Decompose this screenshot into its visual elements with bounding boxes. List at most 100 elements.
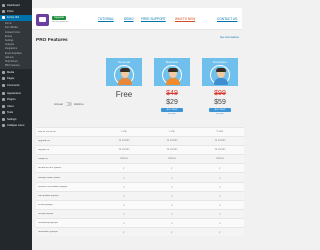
- sidebar-item-label: Appearance: [7, 92, 21, 96]
- nav-contact-link[interactable]: CONTACT US: [217, 17, 237, 21]
- check-icon: ✓: [122, 220, 126, 225]
- feature-value: 12 months: [166, 140, 178, 143]
- billing-period: per year: [168, 113, 176, 115]
- nav-demo-link[interactable]: DEMO: [124, 17, 134, 21]
- plugins-icon: [2, 98, 5, 102]
- toggle-label-lifetime: Lifetime: [73, 102, 84, 106]
- buy-now-button[interactable]: BUY NOW: [209, 108, 231, 112]
- see-more-link[interactable]: See more features: [220, 37, 239, 39]
- feature-value: 12 months: [118, 140, 130, 143]
- check-icon: ✓: [218, 220, 222, 225]
- feature-label: Profile popups: [38, 203, 53, 206]
- feature-row: Conditional popups ✓ ✓ ✓: [36, 217, 244, 228]
- app-root: Dashboard Posts Forms 3rd Forms Form Bui…: [0, 0, 250, 250]
- plan-header: Developer: [202, 58, 238, 86]
- feature-label: Usage for: [38, 158, 48, 161]
- nav-whats-new-link[interactable]: WHAT'S NEW: [175, 17, 195, 21]
- plan-name: Personal: [118, 60, 130, 64]
- feature-label: Upgrade for: [38, 140, 51, 143]
- feature-value: 1 site: [169, 131, 175, 134]
- feature-row: Support for 12 months 12 months 12 months: [36, 145, 244, 155]
- feature-value: 12 months: [166, 149, 178, 152]
- feature-label: Support for: [38, 149, 50, 152]
- feature-value: 12 months: [214, 140, 226, 143]
- feature-row: Usage for Lifetime Lifetime Lifetime: [36, 154, 244, 164]
- sidebar-item-label: Pages: [7, 77, 15, 81]
- check-icon: ✓: [122, 175, 126, 180]
- admin-sidebar: Dashboard Posts Forms 3rd Forms Form Bui…: [0, 0, 32, 250]
- plan-name: Developer: [213, 60, 227, 64]
- sidebar-item-label: Forms 3rd: [7, 16, 19, 20]
- feature-value: Lifetime: [167, 158, 177, 161]
- tools-icon: [2, 111, 5, 115]
- collapse-icon: [2, 124, 5, 128]
- plan-price: Free: [115, 90, 133, 99]
- feature-value: Lifetime: [119, 158, 129, 161]
- sidebar-submenu: Forms Form Builder Contact Forms Entries…: [0, 21, 32, 70]
- sidebar-item-label: Media: [7, 70, 15, 74]
- forms-icon: [2, 16, 5, 20]
- check-icon: ✓: [170, 184, 174, 189]
- nav-tutorial-link[interactable]: TUTORIAL: [98, 17, 114, 21]
- check-icon: ✓: [122, 184, 126, 189]
- feature-label: Custom confirmation popups: [38, 185, 68, 188]
- plan-price: $29: [166, 99, 178, 106]
- plugin-header: Upgrade Get the premium TUTORIAL DEMO FR…: [32, 8, 242, 30]
- nav-free-support-link[interactable]: FREE SUPPORT: [141, 17, 166, 21]
- plan-header: Business: [154, 58, 190, 86]
- avatar-hair: [168, 68, 178, 72]
- feature-value: Lifetime: [215, 158, 225, 161]
- plan-price: $59: [214, 99, 226, 106]
- check-icon: ✓: [122, 166, 126, 171]
- check-icon: ✓: [218, 230, 222, 235]
- plan-personal: Personal Free: [106, 58, 142, 106]
- sidebar-item-label: Plugins: [7, 98, 16, 102]
- sidebar-item-label: Dashboard: [7, 3, 20, 7]
- plan-business: Business $49 $29 BUY NOW per year: [154, 58, 190, 115]
- upgrade-badge[interactable]: Upgrade: [52, 16, 66, 20]
- check-icon: ✓: [170, 202, 174, 207]
- posts-icon: [2, 10, 5, 14]
- check-icon: ✓: [170, 230, 174, 235]
- pages-icon: [2, 77, 5, 81]
- check-icon: ✓: [170, 211, 174, 216]
- plugin-logo-icon: [36, 14, 49, 26]
- feature-row: Custom confirmation popups ✓ ✓ ✓: [36, 181, 244, 191]
- submenu-item[interactable]: PRO Features: [0, 64, 32, 68]
- check-icon: ✓: [170, 193, 174, 198]
- check-icon: ✓: [122, 211, 126, 216]
- avatar-body: [118, 78, 132, 85]
- sidebar-item-label: Posts: [7, 10, 14, 14]
- avatar-icon: [114, 65, 134, 85]
- avatar-icon: [162, 65, 182, 85]
- toggle-label-annual: Annual: [54, 102, 63, 106]
- billing-period: per year: [216, 113, 224, 115]
- feature-label: Conditional popups: [38, 221, 58, 224]
- sidebar-item-label: Settings: [7, 117, 17, 121]
- billing-switch[interactable]: [64, 102, 72, 106]
- comments-icon: [2, 83, 5, 87]
- feature-label: Access to form options: [38, 167, 62, 170]
- billing-toggle[interactable]: Annual Lifetime: [54, 102, 84, 106]
- feature-label: Multiple email notices: [38, 176, 60, 179]
- check-icon: ✓: [218, 193, 222, 198]
- feature-label: Use for Forms for: [38, 131, 56, 134]
- sidebar-item-collapse[interactable]: Collapse menu: [0, 122, 32, 128]
- avatar-hair: [216, 68, 226, 72]
- feature-row: Multiple email notices ✓ ✓ ✓: [36, 172, 244, 182]
- feature-row: Use for Forms for 1 site 1 site 5 sites: [36, 127, 244, 137]
- check-icon: ✓: [122, 193, 126, 198]
- feature-value: 1 site: [121, 131, 127, 134]
- badge-subtext: Get the premium: [52, 20, 69, 23]
- sidebar-item-label: Comments: [7, 83, 20, 87]
- check-icon: ✓: [218, 211, 222, 216]
- feature-row: Notification popups ✓ ✓ ✓: [36, 227, 244, 237]
- check-icon: ✓: [218, 184, 222, 189]
- feature-value: 5 sites: [216, 131, 224, 134]
- buy-now-button[interactable]: BUY NOW: [161, 108, 183, 112]
- sidebar-item-label: Users: [7, 104, 14, 108]
- feature-row: Access to form options ✓ ✓ ✓: [36, 163, 244, 173]
- feature-label: File uploads popups: [38, 194, 59, 197]
- check-icon: ✓: [170, 220, 174, 225]
- check-icon: ✓: [218, 166, 222, 171]
